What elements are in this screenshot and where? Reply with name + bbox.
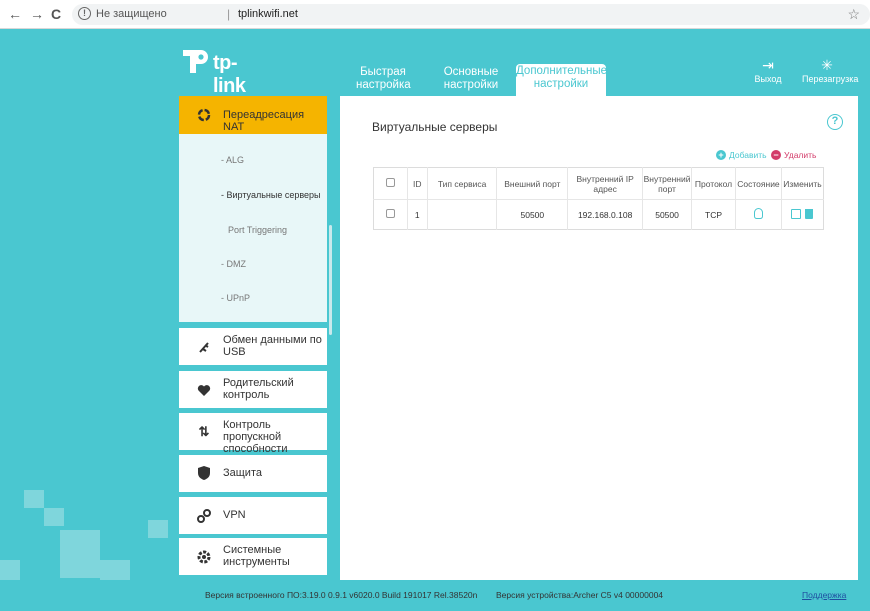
sidebar-item-label: Защита bbox=[223, 467, 262, 479]
sidebar-scrollbar[interactable] bbox=[329, 225, 332, 335]
footer: Версия встроенного ПО:3.19.0 0.9.1 v6020… bbox=[0, 581, 870, 611]
reboot-button[interactable]: ✳ Перезагрузка bbox=[802, 57, 858, 84]
main-panel: ? Виртуальные серверы + Добавить − Удали… bbox=[340, 96, 858, 580]
sidebar-item-vpn[interactable]: VPN bbox=[179, 497, 327, 534]
row-select-cell bbox=[373, 199, 408, 230]
decor-square bbox=[148, 520, 168, 538]
url-text[interactable]: tplinkwifi.net bbox=[238, 8, 298, 20]
column-header-protocol: Протокол bbox=[691, 167, 736, 200]
reload-icon[interactable]: C bbox=[51, 6, 61, 22]
decor-square bbox=[44, 508, 64, 526]
edit-icon[interactable] bbox=[791, 208, 802, 219]
sidebar-subitem-port-triggering[interactable]: Port Triggering bbox=[228, 225, 287, 235]
delete-label: Удалить bbox=[784, 150, 817, 160]
plus-icon: + bbox=[716, 150, 726, 160]
help-icon[interactable]: ? bbox=[827, 114, 843, 130]
cell-internal-ip: 192.168.0.108 bbox=[567, 199, 644, 230]
sidebar-section-nat: Переадресация NAT - ALG - Виртуальные се… bbox=[179, 96, 327, 322]
table-row: 1 50500 192.168.0.108 50500 TCP bbox=[373, 199, 824, 230]
nat-icon bbox=[195, 106, 213, 124]
sidebar-item-label: VPN bbox=[223, 509, 246, 521]
column-header-service-type: Тип сервиса bbox=[427, 167, 498, 200]
sidebar-item-label: Обмен данными по USB bbox=[223, 334, 322, 358]
tab-advanced[interactable]: Дополнительные настройки bbox=[516, 64, 607, 96]
sidebar-subitem-dmz[interactable]: - DMZ bbox=[221, 259, 246, 269]
row-checkbox[interactable] bbox=[385, 209, 395, 218]
logout-button[interactable]: ⇥ Выход bbox=[754, 58, 782, 84]
column-header-id: ID bbox=[407, 167, 428, 200]
cell-protocol: TCP bbox=[691, 199, 736, 230]
bookmark-star-icon[interactable]: ☆ bbox=[847, 6, 860, 23]
up-down-arrows-icon: ⇅ bbox=[198, 424, 210, 439]
sidebar-item-bandwidth-control[interactable]: ⇅ Контроль пропускной способности bbox=[179, 413, 327, 455]
tp-link-logo-icon bbox=[183, 50, 208, 73]
heart-icon bbox=[195, 381, 213, 399]
sidebar-item-label: Системные инструменты bbox=[223, 544, 290, 568]
forward-arrow-icon[interactable]: → bbox=[30, 6, 44, 22]
usb-icon bbox=[195, 338, 213, 356]
column-header-status: Состояние bbox=[735, 167, 782, 200]
security-label: Не защищено bbox=[96, 8, 167, 20]
vpn-link-icon bbox=[195, 507, 213, 525]
cell-external-port: 50500 bbox=[496, 199, 569, 230]
brand-name: tp-link bbox=[213, 52, 246, 97]
sidebar-subitem-alg[interactable]: - ALG bbox=[221, 155, 244, 165]
add-button[interactable]: + Добавить bbox=[716, 150, 767, 160]
gear-icon bbox=[195, 548, 213, 566]
select-all-checkbox[interactable] bbox=[385, 178, 395, 187]
sidebar-item-security[interactable]: Защита bbox=[179, 455, 327, 492]
browser-toolbar: ← → C ! Не защищено | tplinkwifi.net ☆ bbox=[0, 0, 870, 29]
sidebar-subitem-virtual-servers[interactable]: - Виртуальные серверы bbox=[221, 190, 321, 200]
trash-icon[interactable] bbox=[805, 208, 814, 219]
shield-icon bbox=[195, 464, 213, 482]
sidebar-item-label: Родительский контроль bbox=[223, 377, 294, 401]
sidebar-item-parental-control[interactable]: Родительский контроль bbox=[179, 371, 327, 408]
info-icon[interactable]: ! bbox=[78, 7, 91, 20]
cell-internal-port: 50500 bbox=[642, 199, 693, 230]
add-label: Добавить bbox=[729, 150, 767, 160]
sidebar-item-label: Переадресация NAT bbox=[223, 109, 305, 133]
tab-basic[interactable]: Основные настройки bbox=[442, 66, 500, 94]
sidebar-item-usb[interactable]: Обмен данными по USB bbox=[179, 328, 327, 365]
cell-status bbox=[735, 199, 782, 230]
sidebar-item-label: Контроль пропускной способности bbox=[223, 419, 288, 455]
sidebar-item-system-tools[interactable]: Системные инструменты bbox=[179, 538, 327, 575]
url-separator: | bbox=[227, 7, 231, 21]
column-header-modify: Изменить bbox=[781, 167, 824, 200]
address-bar[interactable]: ! Не защищено | tplinkwifi.net ☆ bbox=[72, 4, 870, 25]
hardware-version: Версия устройства:Archer C5 v4 00000004 bbox=[496, 590, 664, 600]
tab-quick-setup[interactable]: Быстрая настройка bbox=[356, 66, 411, 94]
cell-id: 1 bbox=[407, 199, 428, 230]
logout-icon: ⇥ bbox=[762, 57, 774, 73]
virtual-servers-table: ID Тип сервиса Внешний порт Внутренний I… bbox=[373, 167, 824, 230]
column-header-internal-ip: Внутренний IP адрес bbox=[567, 167, 644, 200]
lightbulb-icon[interactable] bbox=[753, 208, 763, 219]
table-header-row: ID Тип сервиса Внешний порт Внутренний I… bbox=[373, 167, 824, 200]
sidebar-item-nat[interactable]: Переадресация NAT bbox=[179, 96, 327, 134]
firmware-version: Версия встроенного ПО:3.19.0 0.9.1 v6020… bbox=[205, 590, 478, 600]
cell-modify bbox=[781, 200, 823, 230]
reboot-label: Перезагрузка bbox=[802, 74, 859, 84]
back-arrow-icon[interactable]: ← bbox=[8, 6, 22, 22]
minus-icon: − bbox=[771, 150, 781, 160]
decor-square bbox=[0, 560, 20, 580]
reboot-icon: ✳ bbox=[821, 57, 833, 73]
column-header-internal-port: Внутренний порт bbox=[642, 167, 693, 200]
sidebar-subitem-upnp[interactable]: - UPnP bbox=[221, 293, 250, 303]
delete-button[interactable]: − Удалить bbox=[771, 150, 816, 160]
page-title: Виртуальные серверы bbox=[372, 120, 498, 134]
logout-label: Выход bbox=[754, 74, 782, 84]
select-all-cell bbox=[373, 167, 408, 200]
decor-square bbox=[24, 490, 44, 508]
decor-square bbox=[60, 530, 100, 578]
cell-service-type bbox=[427, 199, 498, 230]
support-link[interactable]: Поддержка bbox=[802, 590, 846, 600]
column-header-external-port: Внешний порт bbox=[496, 167, 569, 200]
decor-square bbox=[100, 560, 130, 580]
